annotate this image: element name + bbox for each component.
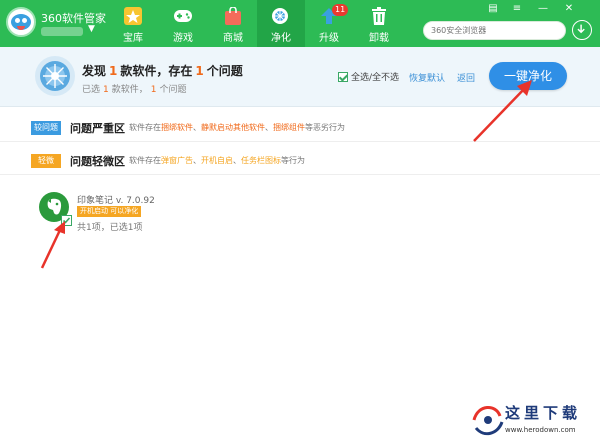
nav-label: 卸载 xyxy=(369,33,389,44)
download-arrow-icon xyxy=(577,24,585,34)
app-name: 印象笔记 v. 7.0.92 xyxy=(77,196,155,206)
nav-label: 宝库 xyxy=(123,33,143,44)
section-description: 软件存在弹窗广告、开机自启、任务栏图标等行为 xyxy=(129,156,305,165)
nav-item-games[interactable]: 游戏 xyxy=(160,0,206,47)
nav-label: 净化 xyxy=(271,33,291,44)
software-count: 1 xyxy=(109,64,118,78)
mild-issues-section[interactable]: 轻微 问题轻微区 软件存在弹窗广告、开机自启、任务栏图标等行为 xyxy=(0,145,600,175)
app-title: 360软件管家 xyxy=(41,12,106,25)
summary-title: 发现 1 款软件，存在 1 个问题 xyxy=(82,64,243,78)
update-count-badge: 11 xyxy=(332,4,349,16)
star-icon xyxy=(124,7,142,25)
nav-item-purify[interactable]: 净化 xyxy=(257,0,305,47)
section-description: 软件存在捆绑软件、静默启动其他软件、捆绑组件等恶劣行为 xyxy=(129,123,345,132)
nav-label: 商城 xyxy=(223,33,243,44)
section-title: 问题轻微区 xyxy=(70,155,125,168)
select-all-checkbox[interactable]: 全选/全不选 xyxy=(338,70,399,83)
shopping-bag-icon xyxy=(225,7,241,25)
app-select-checkbox[interactable] xyxy=(61,215,72,226)
one-click-purify-button[interactable]: 一键净化 xyxy=(489,62,567,90)
scan-summary-banner: 发现 1 款软件，存在 1 个问题 已选 1 款软件， 1 个问题 全选/全不选 恢复默认 返回… xyxy=(0,47,600,107)
purify-icon xyxy=(272,8,288,24)
skin-icon[interactable]: ▤ xyxy=(484,2,502,16)
account-dropdown-caret-icon[interactable]: ▼ xyxy=(88,24,95,34)
nav-item-treasury[interactable]: 宝库 xyxy=(110,0,156,47)
watermark-url: www.herodown.com xyxy=(505,426,576,434)
watermark-title: 这里下载 xyxy=(505,404,582,422)
nav-item-store[interactable]: 商城 xyxy=(210,0,256,47)
section-title: 问题严重区 xyxy=(70,122,125,135)
close-icon[interactable]: ✕ xyxy=(560,2,578,16)
severity-tag-serious: 较问题 xyxy=(31,121,61,135)
nav-item-upgrade[interactable]: 11 升级 xyxy=(306,0,352,47)
nav-label: 升级 xyxy=(319,33,339,44)
restore-default-link[interactable]: 恢复默认 xyxy=(409,71,445,84)
download-manager-button[interactable] xyxy=(572,20,592,40)
summary-subtitle: 已选 1 款软件， 1 个问题 xyxy=(82,85,187,95)
autostart-badge: 开机启动 可以净化 xyxy=(77,206,142,217)
title-bar: 360软件管家 ▼ 宝库 游戏 商城 净化 11 升级 卸载 ▤ ≡ — ✕ 3… xyxy=(0,0,600,47)
issue-count: 1 xyxy=(195,64,204,78)
user-avatar[interactable] xyxy=(6,7,36,37)
trash-icon xyxy=(372,7,386,25)
gamepad-icon xyxy=(174,10,192,22)
search-input[interactable] xyxy=(423,21,566,40)
scan-result-icon xyxy=(35,56,75,96)
app-selection-count: 共1项，已选1项 xyxy=(77,223,143,233)
back-link[interactable]: 返回 xyxy=(457,71,475,84)
minimize-icon[interactable]: — xyxy=(534,2,552,16)
nav-label: 游戏 xyxy=(173,33,193,44)
nav-item-uninstall[interactable]: 卸载 xyxy=(356,0,402,47)
menu-icon[interactable]: ≡ xyxy=(508,2,526,16)
checkbox-checked-icon xyxy=(338,72,348,82)
account-name-redacted[interactable] xyxy=(41,27,83,36)
serious-issues-section[interactable]: 较问题 问题严重区 软件存在捆绑软件、静默启动其他软件、捆绑组件等恶劣行为 xyxy=(0,112,600,142)
severity-tag-mild: 轻微 xyxy=(31,154,61,168)
